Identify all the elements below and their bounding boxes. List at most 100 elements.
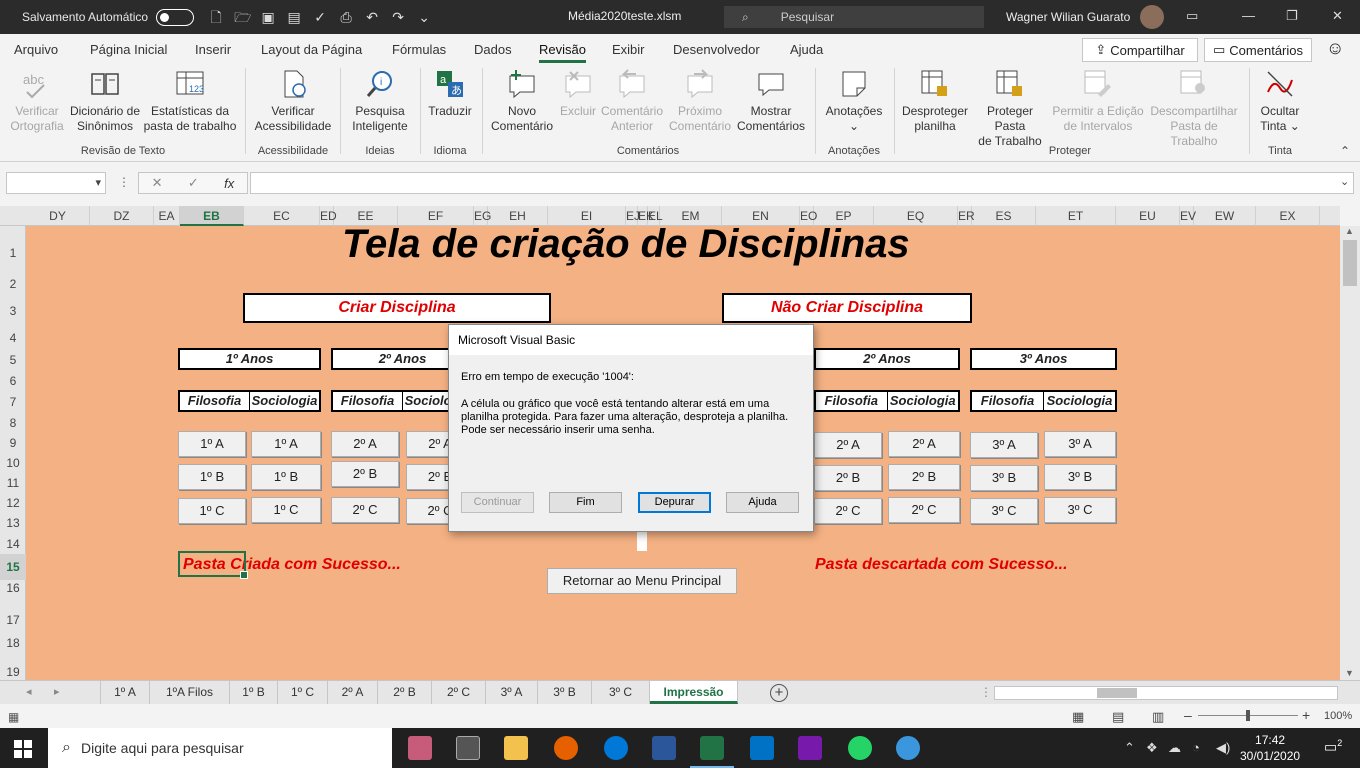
onenote-icon[interactable] xyxy=(798,736,822,760)
horizontal-scroll-thumb[interactable] xyxy=(1097,688,1137,698)
new-comment-button[interactable]: Novo Comentário xyxy=(488,68,556,134)
row-header[interactable]: 3 xyxy=(0,304,26,318)
tab-inserir[interactable]: Inserir xyxy=(195,42,231,57)
notifications-icon[interactable]: ▭2 xyxy=(1324,738,1342,756)
next-sheet-icon[interactable]: ▸ xyxy=(54,685,60,698)
class-button[interactable]: 1º A xyxy=(251,431,321,457)
autosave-toggle[interactable] xyxy=(156,8,195,26)
column-header[interactable]: EM xyxy=(660,206,722,226)
class-button[interactable]: 2º B xyxy=(331,461,399,487)
row-header[interactable]: 1 xyxy=(0,246,26,260)
tab-revisao[interactable]: Revisão xyxy=(539,42,586,63)
restore-icon[interactable]: ❐ xyxy=(1286,8,1298,24)
open-folder-icon[interactable]: 🗁 xyxy=(234,9,251,25)
column-header[interactable]: EH xyxy=(488,206,548,226)
class-button[interactable]: 2º A xyxy=(888,431,960,457)
normal-view-icon[interactable]: ▦ xyxy=(1072,709,1084,725)
sheet-tab[interactable]: 3º A xyxy=(486,681,538,704)
continue-button[interactable]: Continuar xyxy=(461,492,534,513)
row-header[interactable]: 2 xyxy=(0,277,26,291)
spelling-button[interactable]: abc Verificar Ortografia xyxy=(8,68,66,134)
zoom-level[interactable]: 100% xyxy=(1324,710,1352,722)
onedrive-icon[interactable]: ☁ xyxy=(1168,740,1181,756)
zoom-slider-thumb[interactable] xyxy=(1246,710,1250,721)
taskbar-clock[interactable]: 17:42 30/01/2020 xyxy=(1240,732,1300,764)
formula-input[interactable] xyxy=(250,172,1354,194)
row-header[interactable]: 12 xyxy=(0,496,26,510)
volume-icon[interactable]: ◀) xyxy=(1216,740,1230,756)
class-button[interactable]: 1º A xyxy=(178,431,246,457)
column-header[interactable]: EU xyxy=(1116,206,1180,226)
network-icon[interactable]: ◔ xyxy=(1192,740,1200,755)
expand-formula-bar-icon[interactable]: ⌄ xyxy=(1340,175,1349,188)
allow-edit-ranges-button[interactable]: Permitir a Edição de Intervalos xyxy=(1050,68,1146,134)
undo-icon[interactable]: ↶ xyxy=(364,9,380,25)
save-icon[interactable]: ▣ xyxy=(260,9,276,25)
row-header[interactable]: 17 xyxy=(0,613,26,627)
class-button[interactable]: 2º C xyxy=(814,498,882,524)
outlook-icon[interactable] xyxy=(750,736,774,760)
show-comments-button[interactable]: Mostrar Comentários xyxy=(734,68,808,134)
sheet-tab[interactable]: 3º C xyxy=(592,681,650,704)
end-button[interactable]: Fim xyxy=(549,492,622,513)
sheet-tab[interactable]: 1º B xyxy=(230,681,278,704)
row-header[interactable]: 9 xyxy=(0,436,26,450)
dropbox-icon[interactable]: ❖ xyxy=(1146,740,1158,756)
page-layout-view-icon[interactable]: ▤ xyxy=(1112,709,1124,725)
spelling-icon[interactable]: ✓ xyxy=(312,9,328,25)
class-button[interactable]: 1º C xyxy=(251,497,321,523)
column-header[interactable]: EP xyxy=(814,206,874,226)
class-button[interactable]: 3º A xyxy=(970,432,1038,458)
sheet-tab[interactable]: 2º A xyxy=(328,681,378,704)
column-header[interactable]: EX xyxy=(1256,206,1320,226)
row-header[interactable]: 7 xyxy=(0,395,26,409)
tab-ajuda[interactable]: Ajuda xyxy=(790,42,823,57)
class-button[interactable]: 3º B xyxy=(970,465,1038,491)
paint-app-icon[interactable] xyxy=(408,736,432,760)
create-discipline-button[interactable]: Criar Disciplina xyxy=(243,293,551,323)
class-button[interactable]: 2º B xyxy=(814,465,882,491)
page-break-view-icon[interactable]: ▥ xyxy=(1152,709,1164,725)
column-header[interactable]: EV xyxy=(1180,206,1196,226)
ribbon-display-icon[interactable]: ▭ xyxy=(1186,8,1198,24)
tab-arquivo[interactable]: Arquivo xyxy=(14,42,58,57)
customize-qat-icon[interactable]: ⌄ xyxy=(416,9,432,25)
search-box[interactable]: ⌕ Pesquisar xyxy=(724,6,984,28)
previous-comment-button[interactable]: Comentário Anterior xyxy=(598,68,666,134)
avatar[interactable] xyxy=(1140,5,1164,29)
horizontal-scrollbar[interactable] xyxy=(994,686,1338,700)
row-header[interactable]: 5 xyxy=(0,353,26,367)
column-header[interactable]: EI xyxy=(548,206,626,226)
save-as-icon[interactable]: ▤ xyxy=(286,9,302,25)
translate-button[interactable]: aあ Traduzir xyxy=(424,68,476,119)
class-button[interactable]: 2º C xyxy=(331,497,399,523)
column-header[interactable]: EL xyxy=(648,206,663,226)
scroll-down-icon[interactable]: ▼ xyxy=(1345,668,1354,678)
tab-formulas[interactable]: Fórmulas xyxy=(392,42,446,57)
add-sheet-icon[interactable]: + xyxy=(770,684,788,702)
column-header[interactable]: EG xyxy=(474,206,491,226)
notes-button[interactable]: Anotações ⌄ xyxy=(820,68,888,134)
selected-cell[interactable] xyxy=(178,551,248,579)
column-header[interactable]: EA xyxy=(154,206,180,226)
class-button[interactable]: 2º C xyxy=(888,497,960,523)
more-options-icon[interactable]: ⋮ xyxy=(118,175,130,189)
sheet-tab[interactable]: 1ºA Filos xyxy=(150,681,230,704)
row-header[interactable]: 4 xyxy=(0,331,26,345)
row-header[interactable]: 14 xyxy=(0,537,26,551)
tab-pagina-inicial[interactable]: Página Inicial xyxy=(90,42,167,57)
column-header[interactable]: DZ xyxy=(90,206,154,226)
share-button[interactable]: ⇪ Compartilhar xyxy=(1082,38,1198,62)
cancel-icon[interactable]: ✕ xyxy=(152,175,163,191)
tab-splitter-icon[interactable]: ⋮ xyxy=(980,685,992,699)
sheet-tab[interactable]: 2º C xyxy=(432,681,486,704)
row-header-selected[interactable]: 15 xyxy=(0,554,26,580)
tab-dados[interactable]: Dados xyxy=(474,42,512,57)
zoom-out-icon[interactable]: – xyxy=(1184,707,1192,723)
sheet-tab[interactable]: 2º B xyxy=(378,681,432,704)
whatsapp-icon[interactable] xyxy=(848,736,872,760)
row-header[interactable]: 6 xyxy=(0,374,26,388)
tab-exibir[interactable]: Exibir xyxy=(612,42,645,57)
word-icon[interactable] xyxy=(652,736,676,760)
column-header[interactable]: DY xyxy=(26,206,90,226)
